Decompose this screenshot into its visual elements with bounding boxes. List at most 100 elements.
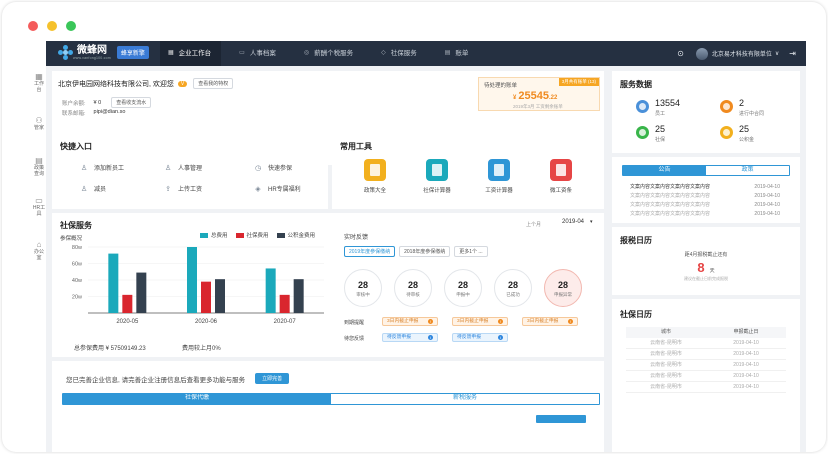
nav-payroll[interactable]: ◎ 薪酬个税服务 — [296, 41, 363, 66]
logo[interactable]: 微蜂网 www.vanfong100.com 蜂享新擎 — [58, 45, 149, 60]
status-exception[interactable]: 28 申报异常 — [544, 269, 582, 307]
social-icon — [636, 126, 649, 139]
users-icon: ♙ — [164, 164, 172, 172]
grid-icon: ▦ — [168, 50, 174, 56]
stat-employees[interactable]: 13554 员工 — [636, 99, 680, 117]
sidebar-item-workbench[interactable]: ▦ 工作台 — [32, 73, 46, 94]
quick-add-employee[interactable]: ♙ 添加新员工 — [80, 163, 124, 173]
quick-upload-salary[interactable]: ⇪ 上传工资 — [164, 184, 202, 194]
deadline-pill-3[interactable]: 3日内截止申报! — [522, 317, 578, 326]
social-security-card: 社保服务 参保概况 上个月 2019-04 ▾ 总费用 社保费用 公积金费用 8… — [52, 213, 604, 357]
nav-bill[interactable]: ▤ 账单 — [437, 41, 479, 66]
minimize-dot[interactable] — [47, 21, 57, 31]
doc-icon: ▤ — [35, 156, 43, 165]
sidebar-item-butler[interactable]: ⚇ 管家 — [32, 116, 46, 132]
announcement-card: 公告 政策 文案内容文案内容文案内容文案内容 2019-04-10 文案内容文案内… — [612, 157, 800, 223]
month-select[interactable]: 2019-04 ▾ — [562, 219, 593, 225]
shield-icon: ◇ — [381, 50, 386, 56]
prev-month-link[interactable]: 上个月 — [526, 221, 541, 228]
stat-contracts[interactable]: 2 进行中合同 — [720, 99, 764, 117]
nav-hr-archive[interactable]: ▭ 人事档案 — [231, 41, 286, 66]
status-success[interactable]: 28 已成功 — [494, 269, 532, 307]
legend-social: 社保费用 — [235, 231, 269, 239]
service-action-button[interactable] — [536, 415, 586, 423]
main-nav: ▦ 企业工作台 ▭ 人事档案 ◎ 薪酬个税服务 ◇ 社保服务 ▤ 账单 — [160, 41, 488, 66]
chevron-down-icon: ▾ — [590, 219, 593, 225]
quick-insure[interactable]: ◷ 快速参保 — [254, 163, 292, 173]
settings-icon[interactable]: ⊙ — [677, 49, 684, 58]
wallet-icon: ◎ — [303, 50, 310, 56]
info-icon: i — [498, 335, 503, 340]
social-title: 社保服务 — [60, 221, 92, 230]
info-icon: i — [428, 335, 433, 340]
logout-icon[interactable]: ⇥ — [789, 49, 796, 58]
tax-days-left: 8 — [697, 260, 705, 275]
filter-more[interactable]: 更多1个 ... — [454, 246, 488, 257]
status-to-review[interactable]: 28 待审核 — [394, 269, 432, 307]
status-reviewing[interactable]: 28 审核中 — [344, 269, 382, 307]
company-switcher[interactable]: 北京易才科技有限单位 — [712, 49, 772, 58]
policy-icon — [364, 159, 386, 181]
pending-pill-2[interactable]: 待反馈申报 i — [452, 333, 508, 342]
legend-fund: 公积金费用 — [276, 231, 315, 239]
upload-icon: ⇪ — [165, 185, 171, 193]
announce-tabs: 公告 政策 — [622, 165, 790, 176]
stat-social[interactable]: 25 社保 — [636, 125, 665, 143]
logo-icon — [58, 45, 73, 60]
tool-policy[interactable]: 政策大全 — [350, 159, 400, 194]
bar-0-2 — [136, 272, 147, 313]
pending-pill-1[interactable]: 待反馈申报 i — [382, 333, 438, 342]
x-tick-label: 2020-05 — [116, 319, 139, 325]
filter-2018[interactable]: 2018年度参保缴纳 — [399, 246, 451, 257]
sidebar-item-office[interactable]: ⌂ 办公室 — [32, 241, 46, 262]
maximize-dot[interactable] — [66, 21, 76, 31]
tab-social-payment[interactable]: 社保代缴 — [63, 394, 331, 404]
stat-fund[interactable]: 25 公积金 — [720, 125, 754, 143]
legend-total: 总费用 — [200, 231, 228, 239]
quick-hr-benefit[interactable]: ◈ HR专属福利 — [254, 184, 300, 194]
bill-tag: 3月共有账单 (13) — [558, 78, 599, 86]
avatar[interactable] — [695, 47, 708, 60]
table-row: 云南省-昆明市 2019-04-10 — [626, 382, 786, 393]
filter-2019[interactable]: 2019年度参保缴纳 — [344, 246, 396, 257]
folder-icon: ▭ — [239, 50, 245, 56]
sidebar-item-hr-tools[interactable]: ▭ HR工具 — [32, 197, 46, 218]
pending-bill-box[interactable]: 待处理的账单 3月共有账单 (13) ¥ 25545 .22 2019年3月 工… — [478, 77, 600, 111]
y-tick-label: 20w — [72, 295, 82, 301]
total-fee-label: 总参保费用 ¥ 57509149.23 — [74, 346, 146, 352]
deadline-pill-1[interactable]: 3日内截止申报! — [382, 317, 438, 326]
nav-social-security[interactable]: ◇ 社保服务 — [373, 41, 427, 66]
sidebar-item-policy[interactable]: ▤ 政策查询 — [32, 156, 46, 178]
user-icon: ⚇ — [35, 116, 43, 125]
tool-payslip[interactable]: 微工资条 — [536, 159, 586, 194]
left-sidebar: ▦ 工作台 ⚇ 管家 ▤ 政策查询 ▭ HR工具 ⌂ 办公室 — [32, 66, 46, 296]
quick-hr-manage[interactable]: ♙ 人事管理 — [164, 163, 202, 173]
tab-announcement[interactable]: 公告 — [623, 166, 706, 175]
view-flow-button[interactable]: 查看收支流水 — [111, 97, 152, 108]
tool-salary-calc[interactable]: 工资计算器 — [474, 159, 524, 194]
quick-reduce[interactable]: ♙ 减员 — [80, 184, 106, 194]
payslip-icon — [550, 159, 572, 181]
view-privilege-button[interactable]: 查看我的特权 — [193, 78, 234, 89]
chart-legend: 总费用 社保费用 公积金费用 — [200, 231, 315, 239]
chevron-down-icon[interactable]: ∨ — [775, 50, 779, 57]
announce-item[interactable]: 文案内容文案内容文案内容文案内容 2019-04-10 — [630, 183, 780, 191]
announce-item[interactable]: 文案内容文案内容文案内容文案内容 2019-04-10 — [630, 192, 780, 200]
status-declaring[interactable]: 28 申报中 — [444, 269, 482, 307]
table-row: 云南省-昆明市 2019-04-10 — [626, 371, 786, 382]
social-calendar-card: 社保日历 城市 申报截止日 云南省-昆明市 2019-04-10 云南省-昆明市 20… — [612, 299, 800, 452]
quick-entry-card: 快捷入口 ♙ 添加新员工 ♙ 人事管理 ◷ 快速参保 ♙ 减员 ⇪ 上传工资 ◈ HR专属福… — [52, 131, 328, 209]
deadline-pill-2[interactable]: 3日内截止申报! — [452, 317, 508, 326]
top-right-area: ⊙ 北京易才科技有限单位 ∨ ⇥ — [677, 41, 796, 66]
announce-item[interactable]: 文案内容文案内容文案内容文案内容 2019-04-10 — [630, 210, 780, 218]
announce-item[interactable]: 文案内容文案内容文案内容文案内容 2019-04-10 — [630, 201, 780, 209]
tool-social-calc[interactable]: 社保计算器 — [412, 159, 462, 194]
close-dot[interactable] — [28, 21, 38, 31]
complete-info-button[interactable]: 立即完善 — [255, 373, 290, 384]
top-navbar: 微蜂网 www.vanfong100.com 蜂享新擎 ▦ 企业工作台 ▭ 人事档案… — [46, 41, 806, 66]
notice-card: 您已完善企业信息, 请完善企业注册信息后查看更多功能与服务 立即完善 社保代缴 … — [52, 361, 604, 452]
fund-icon — [720, 126, 733, 139]
nav-workbench[interactable]: ▦ 企业工作台 — [160, 41, 222, 66]
tab-policy[interactable]: 政策 — [706, 166, 789, 175]
tab-tax-service[interactable]: 薪税服务 — [331, 394, 599, 404]
